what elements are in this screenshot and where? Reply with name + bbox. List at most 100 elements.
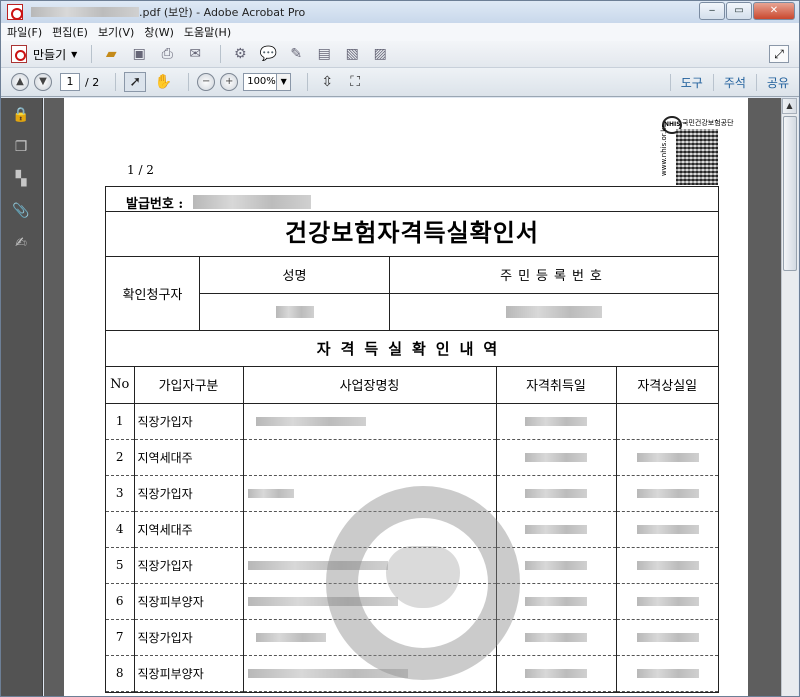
redacted-cell: [255, 417, 366, 426]
toolbar-separator: [91, 45, 93, 63]
row-type: 지역세대주: [134, 439, 244, 476]
acrobat-app-icon[interactable]: [7, 4, 23, 20]
fit-width-icon[interactable]: ⇳: [316, 72, 338, 92]
row-acquired: [496, 403, 617, 440]
review-doc-icon[interactable]: ▨: [369, 44, 391, 64]
menu-view[interactable]: 보기(V): [98, 24, 134, 40]
redacted-cell: [524, 525, 587, 534]
menu-help[interactable]: 도움말(H): [184, 24, 231, 40]
row-lost: [616, 511, 718, 548]
gear-icon[interactable]: ⚙: [229, 44, 251, 64]
issue-number-label: 발급번호 :: [126, 196, 184, 212]
table-row: 1 직장가입자: [106, 403, 718, 440]
scroll-up-icon[interactable]: ▲: [782, 98, 797, 114]
navigation-toolbar: ▲ ▼ 1 / 2 ➚ ✋ − + 100% ▼ ⇳ ⛶ 도구 주석 공유: [1, 68, 799, 97]
column-header-workplace: 사업장명칭: [243, 367, 497, 404]
row-acquired: [496, 439, 617, 476]
redacted-cell: [636, 489, 699, 498]
menu-window[interactable]: 창(W): [144, 24, 174, 40]
row-type: 직장피부양자: [134, 583, 244, 620]
close-button[interactable]: ✕: [753, 2, 795, 20]
name-header: 성명: [200, 257, 390, 293]
page-number-input[interactable]: 1: [60, 73, 80, 91]
create-label: 만들기: [33, 47, 67, 62]
maximize-button[interactable]: ▭: [726, 2, 752, 20]
column-header-lost: 자격상실일: [616, 367, 718, 404]
window-title-text: .pdf (보안) - Adobe Acrobat Pro: [139, 6, 306, 19]
row-workplace: [243, 403, 497, 440]
document-view[interactable]: NHIS 국민건강보험공단 www.nhis.or.kr 1 / 2 발급번호 …: [44, 98, 782, 696]
comment-link[interactable]: 주석: [712, 74, 756, 91]
signature-icon[interactable]: ✍: [12, 234, 30, 252]
menu-bar: 파일(F) 편집(E) 보기(V) 창(W) 도움말(H): [1, 23, 799, 41]
requester-fields: 성명 주민등록번호: [200, 257, 718, 330]
tools-link[interactable]: 도구: [669, 74, 713, 91]
comment-icon[interactable]: 💬: [257, 44, 279, 64]
window-title: .pdf (보안) - Adobe Acrobat Pro: [31, 4, 305, 20]
print-icon[interactable]: ⎙: [156, 44, 178, 64]
zoom-dropdown-icon[interactable]: ▼: [277, 73, 292, 91]
row-lost: [616, 655, 718, 692]
lock-icon[interactable]: 🔒: [12, 106, 30, 124]
row-no: 6: [106, 583, 135, 620]
row-no: 1: [106, 403, 135, 440]
share-link[interactable]: 공유: [755, 74, 799, 91]
redacted-cell: [524, 417, 587, 426]
fit-page-icon[interactable]: ⛶: [344, 72, 366, 92]
bookmark-icon[interactable]: ▚: [12, 170, 30, 188]
row-lost: [616, 439, 718, 476]
vertical-scrollbar[interactable]: ▲: [781, 98, 798, 696]
row-type: 직장가입자: [134, 475, 244, 512]
sign-doc-icon[interactable]: ▧: [341, 44, 363, 64]
zoom-out-icon[interactable]: −: [197, 73, 216, 91]
redacted-cell: [247, 489, 294, 498]
redacted-cell: [636, 669, 699, 678]
expand-icon[interactable]: ⤢: [769, 45, 789, 63]
select-tool-icon[interactable]: ➚: [124, 72, 147, 92]
hand-tool-icon[interactable]: ✋: [152, 72, 174, 92]
table-header-row: No 가입자구분 사업장명칭 자격취득일 자격상실일: [106, 367, 718, 404]
window-controls: ‒ ▭ ✕: [698, 2, 795, 20]
panel-links: 도구 주석 공유: [669, 68, 799, 97]
scroll-thumb[interactable]: [783, 116, 797, 271]
row-acquired: [496, 655, 617, 692]
qr-agency-text: 국민건강보험공단: [682, 119, 734, 127]
create-button[interactable]: 만들기 ▼: [11, 45, 77, 63]
pages-icon[interactable]: ❐: [12, 138, 30, 156]
main-toolbar: 만들기 ▼ ▰ ▣ ⎙ ✉ ⚙ 💬 ✎ ▤ ▧ ▨: [1, 41, 799, 68]
next-page-icon[interactable]: ▼: [34, 73, 52, 91]
highlight-icon[interactable]: ✎: [285, 44, 307, 64]
redacted-cell: [524, 633, 587, 642]
redacted-cell: [636, 525, 699, 534]
redacted-cell: [636, 597, 699, 606]
title-bar: .pdf (보안) - Adobe Acrobat Pro ‒ ▭ ✕: [1, 1, 799, 23]
email-icon[interactable]: ✉: [184, 44, 206, 64]
redacted-name: [275, 305, 314, 318]
redacted-cell: [524, 561, 587, 570]
zoom-in-icon[interactable]: +: [220, 73, 239, 91]
previous-page-icon[interactable]: ▲: [11, 73, 29, 91]
acrobat-window: .pdf (보안) - Adobe Acrobat Pro ‒ ▭ ✕ 파일(F…: [0, 0, 800, 697]
row-workplace: [243, 439, 497, 476]
minimize-button[interactable]: ‒: [699, 2, 725, 20]
menu-edit[interactable]: 편집(E): [52, 24, 88, 40]
row-type: 직장가입자: [134, 403, 244, 440]
redacted-issue-number: [193, 195, 312, 209]
open-folder-icon[interactable]: ▰: [100, 44, 122, 64]
zoom-field[interactable]: 100%: [243, 73, 278, 91]
document-title: 건강보험자격득실확인서: [106, 212, 718, 257]
redacted-cell: [636, 633, 699, 642]
id-number-header: 주민등록번호: [500, 269, 608, 285]
row-type: 직장피부양자: [134, 655, 244, 692]
row-lost: [616, 619, 718, 656]
save-icon[interactable]: ▣: [128, 44, 150, 64]
attach-doc-icon[interactable]: ▤: [313, 44, 335, 64]
menu-file[interactable]: 파일(F): [7, 24, 42, 40]
row-acquired: [496, 475, 617, 512]
redacted-cell: [524, 669, 587, 678]
redacted-filename: [31, 7, 139, 17]
column-header-type: 가입자구분: [134, 367, 244, 404]
row-no: 2: [106, 439, 135, 476]
qr-code: NHIS 국민건강보험공단 www.nhis.or.kr: [660, 116, 734, 186]
attachment-icon[interactable]: 📎: [12, 202, 30, 220]
